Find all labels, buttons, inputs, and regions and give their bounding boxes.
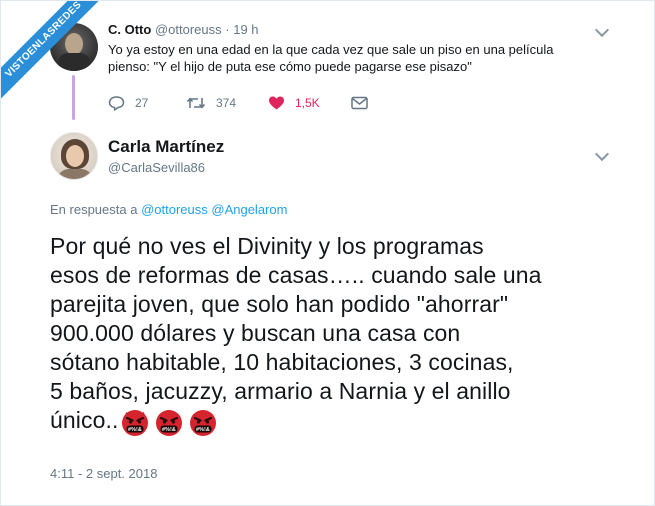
like-button[interactable]: 1,5K	[268, 93, 320, 113]
tweet-text-line: único..	[50, 407, 119, 433]
tweet-time[interactable]: 19 h	[233, 22, 258, 37]
cursing-face-icon: #%!&	[156, 409, 183, 436]
emoji-symbols: #%!&	[129, 427, 143, 433]
retweet-count: 374	[216, 96, 237, 110]
tweet-text-line: pienso: "Y el hijo de puta ese cómo pued…	[108, 59, 472, 74]
reply-prefix: En respuesta a	[50, 202, 138, 217]
tweet-text-line: esos de reformas de casas….. cuando sale…	[50, 262, 542, 288]
retweet-icon	[186, 97, 206, 109]
chevron-down-icon[interactable]	[594, 146, 610, 162]
author-name[interactable]: Carla Martínez	[108, 137, 224, 157]
watermark-label: VISTOENLASREDES	[1, 1, 112, 108]
author-handle[interactable]: @CarlaSevilla86	[108, 160, 205, 175]
separator: ·	[225, 22, 230, 37]
direct-message-button[interactable]	[351, 93, 368, 113]
mention-link[interactable]: @ottoreuss	[141, 202, 208, 217]
tweet-text-line: sótano habitable, 10 habitaciones, 3 coc…	[50, 349, 514, 375]
cursing-face-icon: #%!&	[122, 409, 149, 436]
emoji-symbols: #%!&	[163, 427, 177, 433]
mention-link[interactable]: @Angelarom	[211, 202, 287, 217]
chevron-down-icon[interactable]	[594, 22, 610, 38]
reply-context: En respuesta a @ottoreuss @Angelarom	[50, 202, 287, 217]
tweet-text: Por qué no ves el Divinity y los program…	[50, 232, 620, 437]
like-count: 1,5K	[295, 96, 320, 110]
retweet-button[interactable]: 374	[186, 93, 236, 113]
tweet-text-line: Por qué no ves el Divinity y los program…	[50, 233, 484, 259]
watermark: VISTOENLASREDES	[1, 1, 121, 121]
heart-icon	[269, 96, 284, 110]
cursing-face-icon: #%!&	[190, 409, 217, 436]
avatar[interactable]	[50, 132, 98, 180]
tweet-text-line: parejita joven, que solo han podido "aho…	[50, 291, 509, 317]
tweet-text-line: Yo ya estoy en una edad en la que cada v…	[108, 42, 554, 57]
tweet-text-line-last: único.. #%!& #%!& #%!&	[50, 406, 620, 437]
tweet-screenshot: VISTOENLASREDES C. Otto @ottoreuss · 19 …	[0, 0, 655, 506]
tweet-timestamp[interactable]: 4:11 - 2 sept. 2018	[50, 466, 157, 481]
emoji-row: #%!& #%!& #%!&	[120, 407, 218, 437]
tweet-text: Yo ya estoy en una edad en la que cada v…	[108, 41, 608, 75]
tweet-text-line: 5 baños, jacuzzy, armario a Narnia y el …	[50, 378, 511, 404]
tweet-header: C. Otto @ottoreuss · 19 h	[108, 22, 259, 37]
tweet-text-line: 900.000 dólares y buscan una casa con	[50, 320, 461, 346]
reply-count: 27	[135, 96, 149, 110]
mail-icon	[351, 96, 368, 110]
author-handle[interactable]: @ottoreuss	[155, 22, 222, 37]
emoji-symbols: #%!&	[197, 427, 211, 433]
